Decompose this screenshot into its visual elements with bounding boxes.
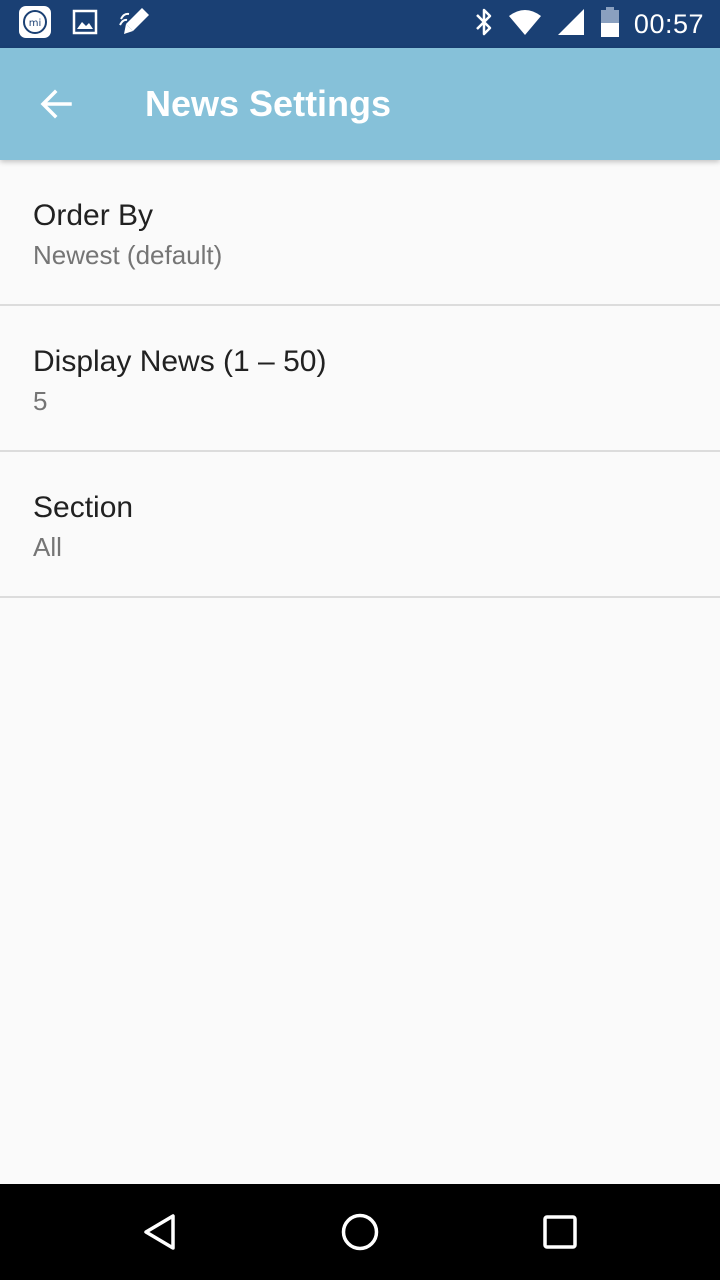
arrow-back-icon [40,89,72,119]
wifi-icon [508,8,542,41]
battery-icon [600,6,620,43]
home-circle-icon [341,1213,379,1251]
pref-section[interactable]: Section All [0,452,720,598]
pref-order-by[interactable]: Order By Newest (default) [0,160,720,306]
nav-recents-button[interactable] [530,1202,590,1262]
pref-summary: All [33,532,62,562]
back-button[interactable] [26,74,86,134]
gallery-icon [72,9,98,40]
preferences-list: Order By Newest (default) Display News (… [0,160,720,598]
cell-signal-icon [556,7,586,42]
navigation-bar [0,1184,720,1280]
pen-notification-icon [118,5,152,44]
system-status-icons: 00:57 [474,0,704,48]
pref-summary: Newest (default) [33,240,223,270]
mi-app-icon: mi [18,5,52,44]
pref-display-news[interactable]: Display News (1 – 50) 5 [0,306,720,452]
svg-text:mi: mi [29,18,42,29]
nav-back-button[interactable] [130,1202,190,1262]
page-title: News Settings [145,83,392,124]
pref-title: Section [33,491,134,524]
app-bar: News Settings [0,48,720,160]
nav-home-button[interactable] [330,1202,390,1262]
pref-title: Display News (1 – 50) [33,345,327,378]
notification-icons: mi [18,5,152,44]
status-bar: mi 00:57 [0,0,720,48]
recents-square-icon [543,1215,577,1249]
back-triangle-icon [144,1214,175,1250]
pref-title: Order By [33,199,154,232]
pref-summary: 5 [33,386,48,416]
bluetooth-icon [474,7,494,42]
status-time: 00:57 [633,8,704,39]
